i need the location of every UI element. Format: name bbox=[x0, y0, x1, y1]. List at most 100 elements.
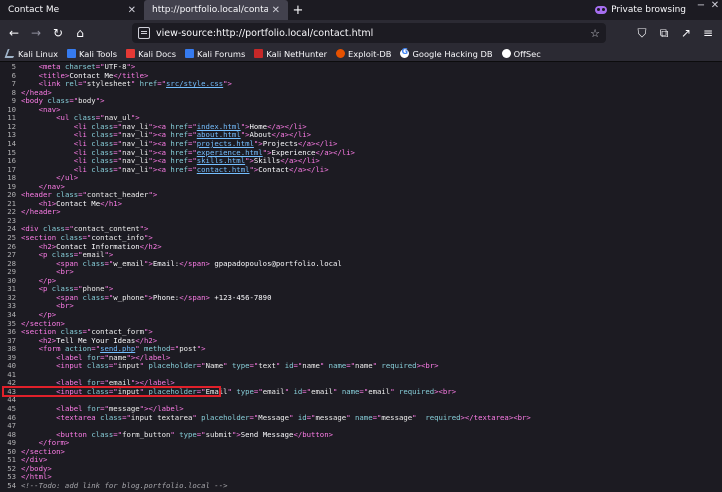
source-token: +123-456-7890 bbox=[209, 292, 272, 302]
source-token: email bbox=[368, 386, 391, 396]
forward-icon[interactable]: → bbox=[26, 23, 46, 43]
source-token: message bbox=[381, 412, 413, 422]
url-bar[interactable]: view-source:http://portfolio.local/conta… bbox=[132, 23, 606, 43]
source-token: " bbox=[192, 412, 202, 422]
line-code: <textarea class="input textarea" placeho… bbox=[16, 412, 531, 423]
kali-forums-icon bbox=[185, 49, 195, 58]
share-icon[interactable]: ↗ bbox=[676, 23, 696, 43]
source-token: =" bbox=[78, 79, 87, 89]
source-token: message bbox=[315, 412, 347, 422]
source-token: Phone: bbox=[152, 292, 180, 302]
source-token: class bbox=[91, 164, 114, 174]
bookmark-kali-forums[interactable]: Kali Forums bbox=[185, 49, 245, 59]
source-link[interactable]: contact.html bbox=[197, 165, 250, 174]
source-token: name bbox=[355, 412, 373, 422]
exploit-db-icon bbox=[336, 49, 346, 58]
offsec-icon bbox=[501, 49, 511, 58]
close-tab-icon[interactable]: ✕ bbox=[272, 5, 280, 16]
bookmark-kali-linux[interactable]: Kali Linux bbox=[4, 48, 58, 59]
source-token: required bbox=[398, 386, 435, 396]
source-token: "> bbox=[249, 164, 259, 174]
source-token: =" bbox=[122, 412, 131, 422]
reload-icon[interactable]: ↻ bbox=[48, 23, 68, 43]
line-code: <input class="input" placeholder="Name" … bbox=[16, 361, 438, 371]
source-token: Contact bbox=[258, 164, 290, 174]
source-token: placeholder bbox=[148, 361, 197, 371]
source-token: =" bbox=[113, 429, 123, 439]
source-line: 40 <input class="input" placeholder="Nam… bbox=[0, 361, 438, 371]
tab-title: Contact Me bbox=[8, 5, 60, 15]
pocket-shield-icon[interactable]: ⛉ bbox=[632, 23, 652, 43]
bookmark-google-hacking-db[interactable]: Google Hacking DB bbox=[400, 47, 493, 59]
source-token: " bbox=[223, 361, 232, 371]
extensions-icon[interactable]: ⧉ bbox=[654, 23, 674, 43]
source-token: w_phone bbox=[113, 292, 145, 302]
url-text[interactable]: view-source:http://portfolio.local/conta… bbox=[156, 28, 590, 39]
source-token: "><a bbox=[148, 164, 171, 174]
close-tab-icon[interactable]: ✕ bbox=[128, 5, 136, 16]
kali-docs-icon bbox=[126, 49, 136, 58]
source-token: class bbox=[86, 361, 109, 371]
source-token: <input bbox=[56, 361, 87, 371]
source-token: =" bbox=[196, 361, 206, 371]
source-token: href bbox=[139, 79, 158, 89]
source-token: =" bbox=[104, 258, 114, 268]
source-token: " bbox=[390, 386, 399, 396]
source-token: email bbox=[311, 386, 334, 396]
source-token: form_button bbox=[122, 429, 171, 439]
bookmark-kali-nethunter[interactable]: Kali NetHunter bbox=[254, 49, 327, 59]
page-source-view[interactable]: 5 <meta charset="UTF-8"> 6 <title>Contact… bbox=[0, 63, 722, 492]
source-token: <br> bbox=[56, 301, 74, 311]
minimize-icon[interactable]: − bbox=[694, 0, 708, 20]
page-info-icon[interactable] bbox=[138, 27, 150, 39]
source-token: href bbox=[170, 164, 188, 174]
bookmark-kali-docs[interactable]: Kali Docs bbox=[126, 49, 176, 59]
source-token: "> bbox=[95, 96, 105, 106]
bookmark-kali-tools[interactable]: Kali Tools bbox=[66, 49, 117, 59]
source-token: Contact Me bbox=[56, 198, 101, 208]
source-token: =" bbox=[249, 412, 259, 422]
source-token: Message bbox=[258, 412, 290, 422]
source-token: =" bbox=[359, 386, 369, 396]
source-line: 54 <!--Todo: add link for blog.portfolio.… bbox=[0, 480, 228, 491]
source-token: </h2> bbox=[139, 241, 162, 251]
source-token: =" bbox=[346, 361, 356, 371]
source-token: " bbox=[412, 412, 426, 422]
back-icon[interactable]: ← bbox=[4, 23, 24, 43]
source-token: =" bbox=[187, 164, 197, 174]
tab-view-source[interactable]: http://portfolio.local/contact ✕ bbox=[144, 0, 288, 20]
bookmark-offsec[interactable]: OffSec bbox=[501, 48, 541, 59]
bookmarks-toolbar: Kali Linux Kali Tools Kali Docs Kali For… bbox=[0, 46, 722, 62]
source-link[interactable]: src/style.css bbox=[166, 79, 223, 88]
tab-title: http://portfolio.local/contact bbox=[152, 5, 268, 15]
new-tab-button[interactable]: + bbox=[288, 0, 308, 20]
bookmark-exploit-db[interactable]: Exploit-DB bbox=[336, 49, 391, 59]
home-icon[interactable]: ⌂ bbox=[70, 23, 90, 43]
bookmark-label: Kali Forums bbox=[197, 48, 246, 59]
source-token: <p bbox=[38, 250, 52, 260]
google-icon bbox=[400, 47, 410, 58]
line-code: </header> bbox=[16, 208, 61, 217]
source-token: type bbox=[236, 386, 254, 396]
bookmark-star-icon[interactable]: ☆ bbox=[590, 27, 600, 40]
source-token: w_email bbox=[113, 258, 145, 268]
source-token: <!--Todo: add link for blog.portfolio.lo… bbox=[21, 480, 228, 490]
bookmark-label: Kali Linux bbox=[18, 48, 58, 59]
source-token: email bbox=[262, 386, 285, 396]
source-token: name bbox=[328, 361, 347, 371]
kali-tools-icon bbox=[66, 49, 76, 58]
source-token: "> bbox=[196, 344, 206, 354]
source-token: " bbox=[346, 412, 356, 422]
source-token: class bbox=[91, 429, 114, 439]
source-token: id bbox=[284, 361, 294, 371]
source-token: </span> bbox=[179, 258, 210, 268]
source-token: "> bbox=[148, 190, 158, 200]
close-window-icon[interactable]: ✕ bbox=[708, 0, 722, 20]
menu-icon[interactable]: ≡ bbox=[698, 23, 718, 43]
source-token: <br> bbox=[56, 267, 74, 277]
source-token: =" bbox=[104, 292, 114, 302]
bookmark-label: OffSec bbox=[513, 48, 541, 59]
tab-contact-me[interactable]: Contact Me ✕ bbox=[0, 0, 144, 20]
bookmark-label: Kali NetHunter bbox=[266, 48, 328, 59]
source-token: type bbox=[231, 361, 250, 371]
